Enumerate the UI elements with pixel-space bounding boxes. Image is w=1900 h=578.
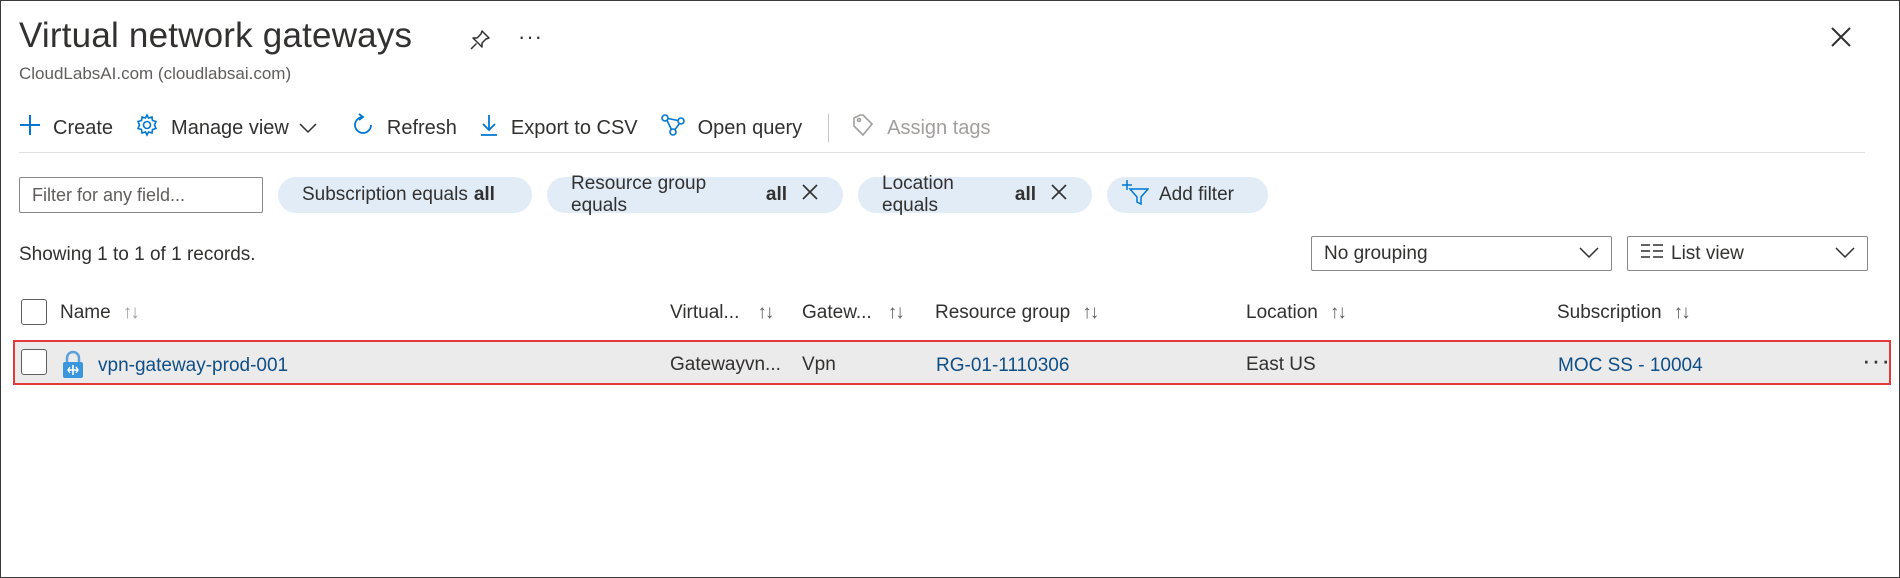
add-filter-label: Add filter [1159,184,1234,205]
location-filter-label: Location equals [882,173,954,216]
toolbar-separator [19,152,1865,153]
sort-icon[interactable]: ↑↓ [123,302,140,324]
column-header-location[interactable]: Location ↑↓ [1246,302,1347,324]
refresh-icon [351,113,387,143]
chevron-down-icon [299,117,329,140]
toolbar-divider [828,114,830,142]
download-icon [479,113,511,143]
sort-icon[interactable]: ↑↓ [1330,302,1347,324]
pin-icon[interactable] [468,28,492,57]
row-name-link[interactable]: vpn-gateway-prod-001 [98,355,288,377]
manage-view-button[interactable]: Manage view [135,113,329,143]
row-virtual-network: Gatewayvn... [670,354,781,375]
tag-icon [851,113,887,143]
column-header-label: Subscription [1557,302,1662,323]
resource-group-filter-value: all [765,184,787,205]
query-icon [660,113,698,143]
list-view-icon [1640,243,1664,265]
close-icon[interactable] [1830,26,1852,53]
chevron-down-icon [1835,243,1855,265]
grouping-value: No grouping [1324,242,1428,264]
refresh-button[interactable]: Refresh [351,113,457,143]
column-header-virtual-network[interactable]: Virtual... ↑↓ [670,302,774,324]
sort-icon[interactable]: ↑↓ [757,302,774,324]
sort-icon[interactable]: ↑↓ [1082,302,1099,324]
row-subscription-link[interactable]: MOC SS - 10004 [1558,355,1703,377]
grouping-dropdown[interactable]: No grouping [1311,236,1612,271]
filter-input[interactable] [19,177,263,213]
create-button[interactable]: Create [19,114,113,142]
view-dropdown[interactable]: List view [1627,236,1868,271]
page-title: Virtual network gateways [19,16,413,55]
more-options-icon[interactable]: ··· [518,24,543,50]
location-filter-pill[interactable]: Location equals all [858,173,1092,216]
remove-location-filter-icon[interactable] [1050,183,1068,207]
open-query-button[interactable]: Open query [660,113,803,143]
assign-tags-button[interactable]: Assign tags [851,113,991,143]
column-header-label: Location [1246,302,1318,323]
remove-resource-group-filter-icon[interactable] [801,183,819,207]
row-location: East US [1246,354,1316,375]
column-header-label: Name [60,302,111,323]
sort-icon[interactable]: ↑↓ [888,302,905,324]
column-header-resource-group[interactable]: Resource group ↑↓ [935,302,1099,324]
add-filter-icon [1121,179,1150,211]
subscription-filter-value: all [473,184,495,205]
export-csv-button[interactable]: Export to CSV [479,113,638,143]
row-checkbox[interactable] [21,349,47,375]
add-filter-button[interactable]: Add filter [1107,177,1268,213]
column-header-gateway-type[interactable]: Gatew... ↑↓ [802,302,905,324]
export-csv-label: Export to CSV [510,116,638,139]
page-subtitle: CloudLabsAI.com (cloudlabsai.com) [19,64,292,83]
window-frame [0,0,1900,578]
command-bar: Create Manage view Refresh Export to CSV… [19,110,1013,146]
records-count: Showing 1 to 1 of 1 records. [19,244,256,265]
column-header-label: Gatew... [802,302,872,323]
column-header-label: Resource group [935,302,1071,323]
plus-icon [19,114,53,142]
resource-group-filter-pill[interactable]: Resource group equals all [547,173,843,216]
manage-view-label: Manage view [171,116,289,139]
sort-icon[interactable]: ↑↓ [1674,302,1691,324]
row-resource-group-link[interactable]: RG-01-1110306 [936,355,1069,377]
location-filter-value: all [1014,184,1036,205]
chevron-down-icon [1579,243,1599,265]
vpn-gateway-lock-icon [61,350,85,385]
refresh-label: Refresh [386,116,457,139]
column-header-subscription[interactable]: Subscription ↑↓ [1557,302,1691,324]
column-header-label: Virtual... [670,302,740,323]
row-more-options-icon[interactable]: ··· [1862,345,1891,376]
view-value: List view [1671,242,1744,264]
row-gateway-type: Vpn [802,354,836,375]
assign-tags-label: Assign tags [887,116,991,139]
open-query-label: Open query [697,116,803,139]
subscription-filter-label: Subscription equals [302,184,468,205]
column-header-name[interactable]: Name ↑↓ [60,302,140,324]
subscription-filter-pill[interactable]: Subscription equals all [278,177,532,213]
resource-group-filter-label: Resource group equals [571,173,707,216]
create-label: Create [53,116,114,139]
gear-icon [135,113,171,143]
select-all-checkbox[interactable] [21,299,47,325]
